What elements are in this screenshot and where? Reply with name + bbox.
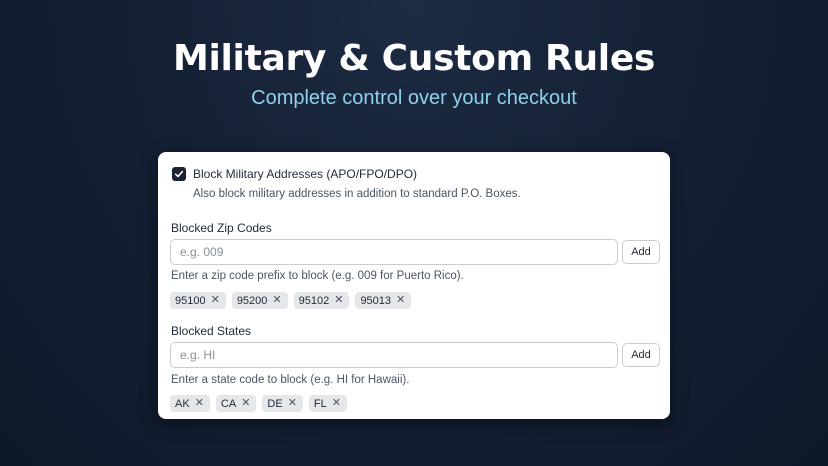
zip-tag: 95200 ✕ (231, 292, 288, 309)
zip-tag: 95013 ✕ (355, 292, 412, 309)
check-icon (174, 170, 184, 178)
zip-code-input[interactable] (170, 239, 618, 265)
military-checkbox-label[interactable]: Block Military Addresses (APO/FPO/DPO) (193, 167, 417, 181)
add-zip-button[interactable]: Add (622, 240, 660, 264)
military-help-text: Also block military addresses in additio… (193, 188, 521, 200)
close-icon[interactable]: ✕ (211, 295, 220, 306)
zip-tag-label: 95200 (236, 294, 268, 307)
states-label: Blocked States (171, 324, 252, 338)
state-input[interactable] (170, 342, 618, 368)
close-icon[interactable]: ✕ (288, 398, 297, 409)
zip-tag-list: 95100 ✕ 95200 ✕ 95102 ✕ 95013 ✕ (170, 292, 412, 309)
close-icon[interactable]: ✕ (272, 295, 281, 306)
page-subtitle: Complete control over your checkout (251, 87, 577, 109)
close-icon[interactable]: ✕ (332, 398, 341, 409)
state-tag-list: AK ✕ CA ✕ DE ✕ FL ✕ (170, 395, 347, 412)
page-title: Military & Custom Rules (172, 38, 656, 79)
state-tag-label: FL (313, 397, 327, 410)
state-tag: CA ✕ (215, 395, 257, 412)
zip-codes-label: Blocked Zip Codes (171, 221, 272, 235)
zip-tag: 95102 ✕ (293, 292, 350, 309)
add-state-button[interactable]: Add (622, 343, 660, 367)
rules-card: Block Military Addresses (APO/FPO/DPO) A… (158, 152, 670, 419)
zip-tag-label: 95013 (360, 294, 392, 307)
state-tag: AK ✕ (170, 395, 210, 412)
zip-tag-label: 95100 (175, 294, 206, 307)
states-help-text: Enter a state code to block (e.g. HI for… (171, 374, 410, 386)
state-tag-label: AK (175, 397, 190, 410)
close-icon[interactable]: ✕ (396, 295, 405, 306)
state-tag: DE ✕ (262, 395, 303, 412)
state-tag-label: DE (267, 397, 283, 410)
zip-codes-help-text: Enter a zip code prefix to block (e.g. 0… (171, 270, 464, 282)
close-icon[interactable]: ✕ (241, 398, 250, 409)
state-tag: FL ✕ (308, 395, 347, 412)
zip-tag: 95100 ✕ (170, 292, 226, 309)
state-tag-label: CA (220, 397, 237, 410)
close-icon[interactable]: ✕ (334, 295, 343, 306)
military-checkbox[interactable] (172, 167, 186, 181)
zip-tag-label: 95102 (298, 294, 330, 307)
close-icon[interactable]: ✕ (195, 398, 204, 409)
